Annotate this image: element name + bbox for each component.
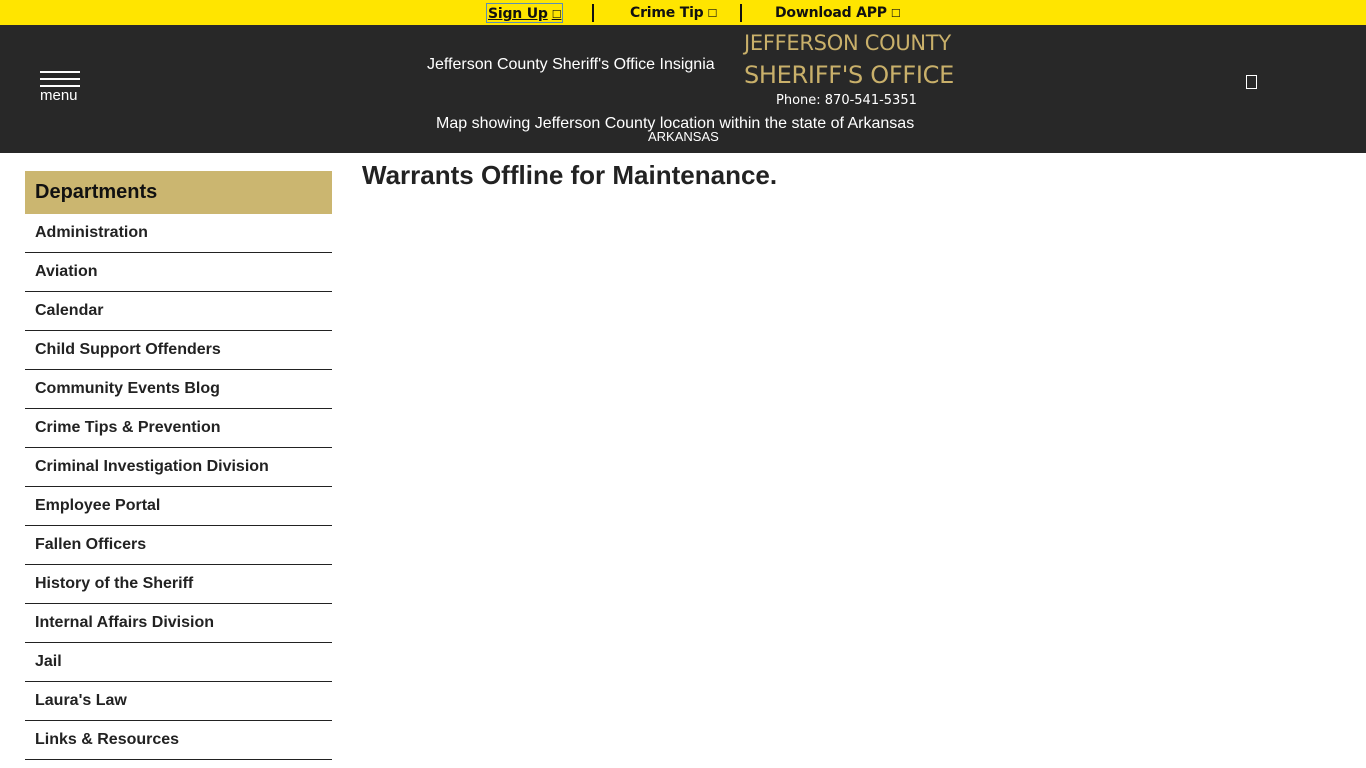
state-label: ARKANSAS: [648, 129, 719, 144]
sidebar-item-employee-portal[interactable]: Employee Portal: [25, 487, 332, 526]
sign-up-link[interactable]: Sign Up ☐: [486, 3, 564, 23]
topbar-divider: [592, 4, 594, 22]
sidebar-item-lauras-law[interactable]: Laura's Law: [25, 682, 332, 721]
search-icon[interactable]: [1246, 75, 1257, 89]
menu-label: menu: [40, 87, 78, 104]
org-name-line2: SHERIFF'S OFFICE: [744, 61, 954, 89]
sidebar-item-criminal-investigation[interactable]: Criminal Investigation Division: [25, 448, 332, 487]
sidebar-heading: Departments: [25, 171, 332, 214]
crime-tip-link[interactable]: Crime Tip ☐: [630, 0, 717, 25]
departments-sidebar: Departments Administration Aviation Cale…: [25, 171, 332, 760]
site-header: menu Jefferson County Sheriff's Office I…: [0, 25, 1366, 153]
external-link-icon: ☐: [707, 7, 718, 20]
sidebar-item-crime-tips-prevention[interactable]: Crime Tips & Prevention: [25, 409, 332, 448]
top-utility-bar: Sign Up ☐ Crime Tip ☐ Download APP ☐: [0, 0, 1366, 25]
sidebar-item-fallen-officers[interactable]: Fallen Officers: [25, 526, 332, 565]
sign-up-label: Sign Up: [488, 6, 548, 22]
menu-button[interactable]: menu: [40, 71, 80, 104]
sidebar-item-links-resources[interactable]: Links & Resources: [25, 721, 332, 760]
sheriff-insignia-image[interactable]: Jefferson County Sheriff's Office Insign…: [427, 56, 715, 74]
hamburger-icon: [40, 71, 80, 73]
insignia-alt-text: Jefferson County Sheriff's Office Insign…: [427, 56, 715, 73]
sidebar-item-community-events-blog[interactable]: Community Events Blog: [25, 370, 332, 409]
phone-number: Phone: 870-541-5351: [776, 93, 917, 108]
hamburger-icon: [40, 78, 80, 80]
sidebar-item-history-of-sheriff[interactable]: History of the Sheriff: [25, 565, 332, 604]
page-title: Warrants Offline for Maintenance.: [362, 160, 778, 190]
sidebar-item-administration[interactable]: Administration: [25, 214, 332, 253]
sidebar-item-jail[interactable]: Jail: [25, 643, 332, 682]
crime-tip-label: Crime Tip: [630, 5, 704, 21]
topbar-divider: [740, 4, 742, 22]
sidebar-item-child-support-offenders[interactable]: Child Support Offenders: [25, 331, 332, 370]
org-name-line1: JEFFERSON COUNTY: [744, 31, 951, 55]
download-app-label: Download APP: [775, 5, 887, 21]
external-link-icon: ☐: [890, 7, 901, 20]
download-app-link[interactable]: Download APP ☐: [775, 0, 901, 25]
sidebar-item-aviation[interactable]: Aviation: [25, 253, 332, 292]
external-link-icon: ☐: [551, 8, 562, 21]
sidebar-item-calendar[interactable]: Calendar: [25, 292, 332, 331]
sidebar-item-internal-affairs[interactable]: Internal Affairs Division: [25, 604, 332, 643]
